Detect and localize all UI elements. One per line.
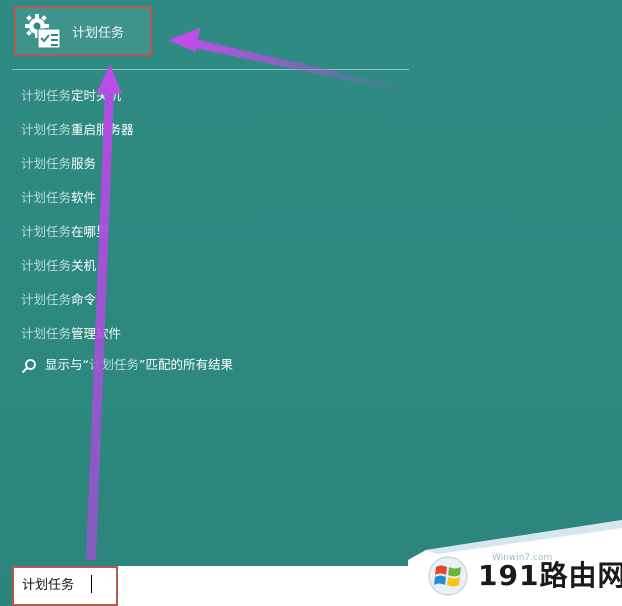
suggestion-item[interactable]: 计划任务定时关机 <box>21 86 134 120</box>
suggestion-item[interactable]: 计划任务重启服务器 <box>21 120 134 154</box>
suggestion-prefix: 计划任务 <box>21 88 72 103</box>
suggestion-prefix: 计划任务 <box>21 292 72 307</box>
watermark: Winwin7.com 191路由网 <box>408 520 622 606</box>
suggestion-suffix: 管理软件 <box>71 326 122 341</box>
suggestion-prefix: 计划任务 <box>21 190 72 205</box>
suggestion-item[interactable]: 计划任务命令 <box>21 290 134 324</box>
suggestion-prefix: 计划任务 <box>21 224 72 239</box>
show-all-term: 计划任务 <box>88 357 139 372</box>
suggestion-item[interactable]: 计划任务软件 <box>21 188 134 222</box>
divider <box>12 69 409 70</box>
arrow-to-best-match <box>168 28 408 92</box>
suggestion-prefix: 计划任务 <box>21 258 72 273</box>
suggestion-item[interactable]: 计划任务服务 <box>21 154 134 188</box>
suggestion-list: 计划任务定时关机 计划任务重启服务器 计划任务服务 计划任务软件 计划任务在哪里… <box>21 86 134 358</box>
show-all-results-link[interactable]: 显示与“计划任务”匹配的所有结果 <box>21 355 233 375</box>
suggestion-suffix: 重启服务器 <box>71 122 134 137</box>
show-all-before: 显示与“ <box>45 357 89 372</box>
suggestion-item[interactable]: 计划任务管理软件 <box>21 324 134 358</box>
suggestion-suffix: 服务 <box>71 156 97 171</box>
search-bar[interactable]: 计划任务 <box>12 566 428 606</box>
suggestion-suffix: 命令 <box>71 292 97 307</box>
suggestion-prefix: 计划任务 <box>21 156 72 171</box>
task-scheduler-icon <box>25 14 61 49</box>
text-caret <box>91 575 92 593</box>
suggestion-prefix: 计划任务 <box>21 326 72 341</box>
show-all-after: ”匹配的所有结果 <box>139 357 233 372</box>
search-input[interactable]: 计划任务 <box>22 574 112 593</box>
suggestion-item[interactable]: 计划任务在哪里 <box>21 222 134 256</box>
best-match-label: 计划任务 <box>72 26 125 41</box>
suggestion-item[interactable]: 计划任务关机 <box>21 256 134 290</box>
suggestion-suffix: 定时关机 <box>71 88 122 103</box>
search-icon <box>21 358 36 373</box>
windows-logo-icon <box>428 556 468 596</box>
watermark-brand: 191路由网 <box>478 559 622 592</box>
suggestion-suffix: 关机 <box>71 258 97 273</box>
search-results-panel: 计划任务 计划任务定时关机 计划任务重启服务器 计划任务服务 计划任务软件 计划… <box>0 0 622 606</box>
suggestion-prefix: 计划任务 <box>21 122 72 137</box>
suggestion-suffix: 在哪里 <box>71 224 109 239</box>
suggestion-suffix: 软件 <box>71 190 97 205</box>
best-match-item[interactable]: 计划任务 <box>14 6 152 56</box>
